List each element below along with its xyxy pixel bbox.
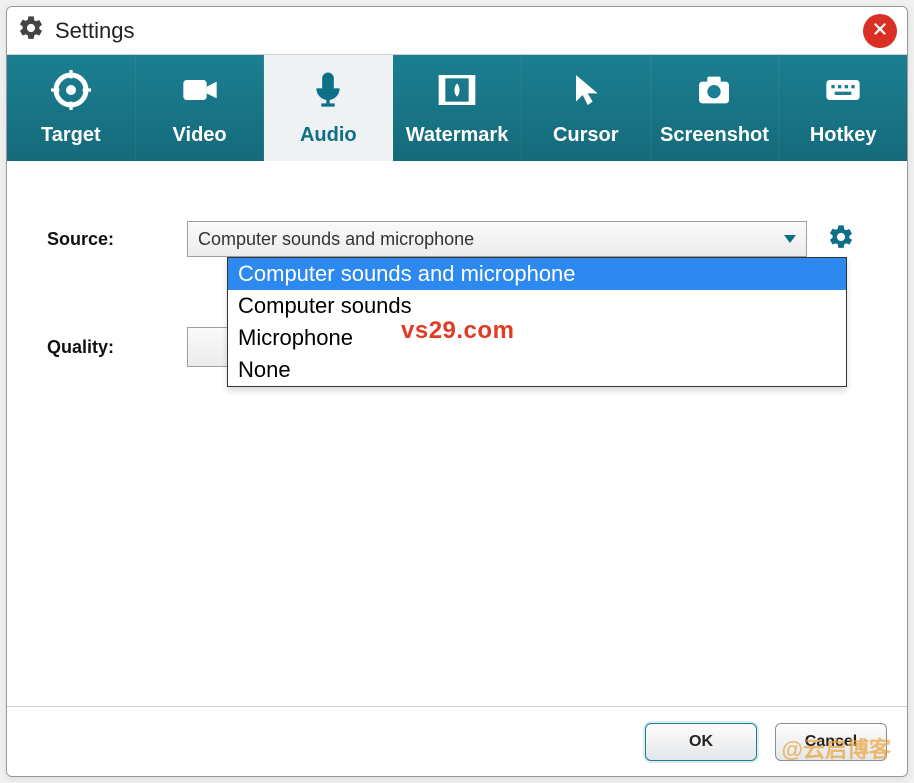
source-combobox[interactable]: Computer sounds and microphone: [187, 221, 807, 257]
tab-screenshot[interactable]: Screenshot: [651, 55, 780, 161]
dropdown-option[interactable]: Computer sounds and microphone: [228, 258, 846, 290]
tab-bar: Target Video Audio Watermark Cursor: [7, 55, 907, 161]
tab-watermark[interactable]: Watermark: [393, 55, 522, 161]
video-icon: [180, 70, 220, 116]
tab-label: Video: [173, 124, 227, 147]
source-selected-value: Computer sounds and microphone: [198, 229, 474, 250]
settings-content: Source: Computer sounds and microphone Q…: [7, 161, 907, 706]
cancel-button[interactable]: Cancel: [775, 723, 887, 761]
watermark-icon: [437, 70, 477, 116]
button-label: Cancel: [805, 733, 857, 751]
tab-label: Audio: [300, 124, 357, 147]
ok-button[interactable]: OK: [645, 723, 757, 761]
content-inner: Source: Computer sounds and microphone Q…: [47, 221, 867, 706]
camera-icon: [694, 70, 734, 116]
target-icon: [51, 70, 91, 116]
dropdown-option[interactable]: Microphone: [228, 322, 846, 354]
close-icon: [871, 20, 889, 43]
button-label: OK: [689, 733, 713, 751]
tab-label: Target: [41, 124, 101, 147]
quality-label: Quality:: [47, 337, 187, 358]
source-dropdown-list: Computer sounds and microphone Computer …: [227, 257, 847, 387]
settings-window: Settings Target Video Audio: [6, 6, 908, 777]
source-row: Source: Computer sounds and microphone: [47, 221, 867, 257]
tab-target[interactable]: Target: [7, 55, 136, 161]
source-label: Source:: [47, 229, 187, 250]
tab-label: Screenshot: [660, 124, 769, 147]
tab-video[interactable]: Video: [136, 55, 265, 161]
tab-audio[interactable]: Audio: [264, 55, 393, 161]
titlebar: Settings: [7, 7, 907, 55]
gear-icon: [17, 14, 45, 47]
tab-label: Watermark: [406, 124, 509, 147]
gear-icon: [827, 223, 855, 256]
window-title: Settings: [55, 18, 135, 44]
close-button[interactable]: [863, 14, 897, 48]
tab-cursor[interactable]: Cursor: [522, 55, 651, 161]
tab-label: Hotkey: [810, 124, 877, 147]
dropdown-option[interactable]: Computer sounds: [228, 290, 846, 322]
source-settings-button[interactable]: [825, 223, 857, 255]
tab-hotkey[interactable]: Hotkey: [779, 55, 907, 161]
chevron-down-icon: [784, 235, 796, 243]
dialog-footer: OK Cancel: [7, 706, 907, 776]
keyboard-icon: [823, 70, 863, 116]
tab-label: Cursor: [553, 124, 619, 147]
microphone-icon: [308, 70, 348, 116]
dropdown-option[interactable]: None: [228, 354, 846, 386]
cursor-icon: [566, 70, 606, 116]
